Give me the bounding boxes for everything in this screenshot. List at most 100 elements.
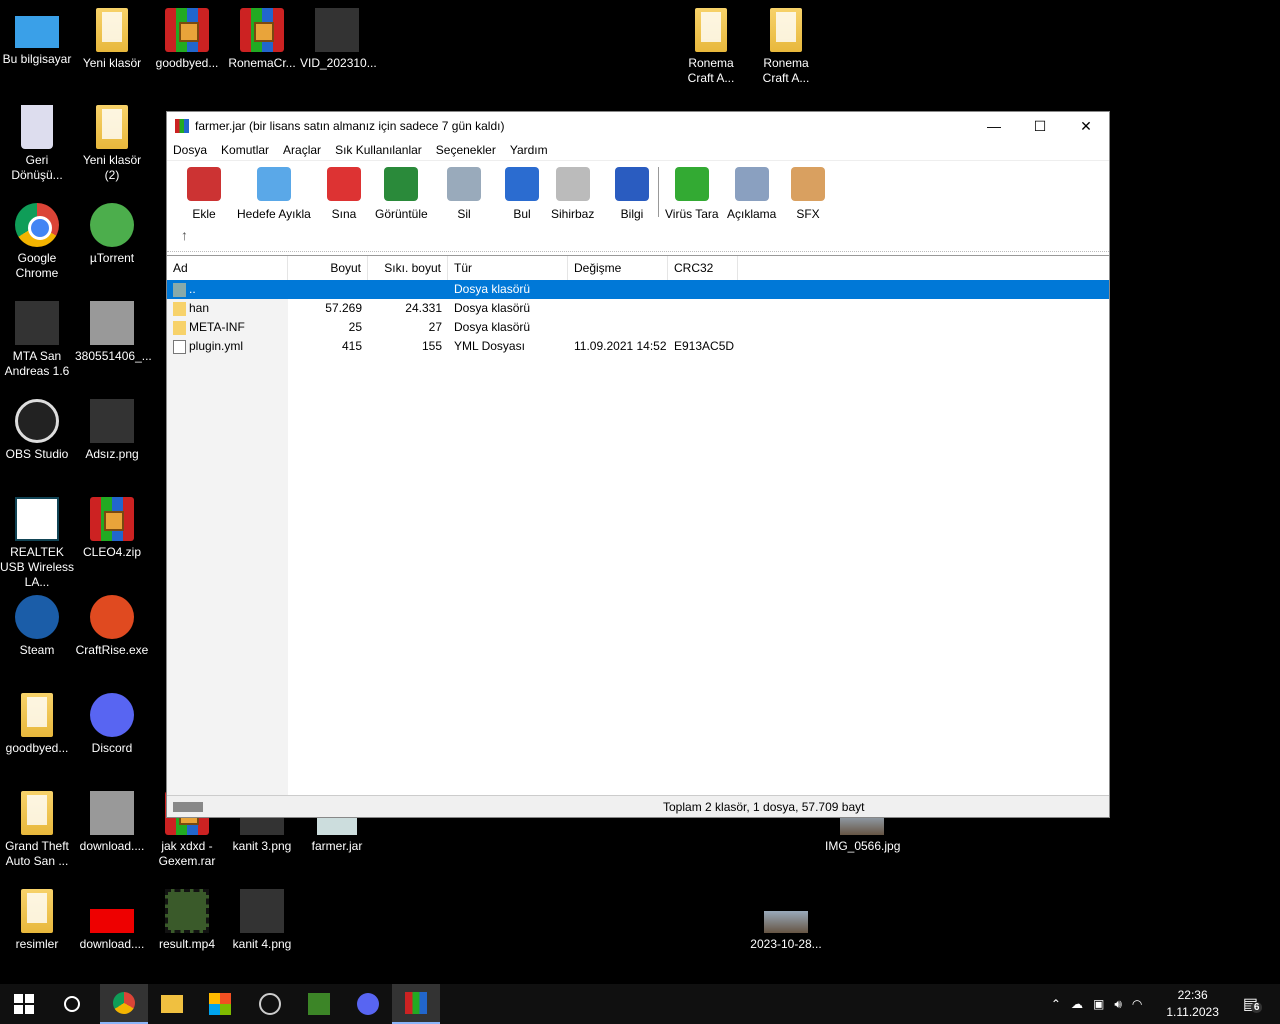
toolbar-button-görüntüle[interactable]: Görüntüle [375, 167, 428, 221]
column-modified[interactable]: Değişme [568, 256, 668, 280]
menu-yardim[interactable]: Yardım [510, 143, 548, 157]
toolbar-button-sihirbaz[interactable]: Sihirbaz [551, 167, 594, 221]
desktop-icon-label: µTorrent [89, 251, 135, 265]
toolbar-button-sfx[interactable]: SFX [791, 167, 825, 221]
toolbar-button-bilgi[interactable]: Bilgi [615, 167, 649, 221]
column-type[interactable]: Tür [448, 256, 568, 280]
file-icon [173, 339, 186, 354]
desktop-icon[interactable]: 2023-10-28... [749, 889, 823, 952]
desktop-icon[interactable]: VID_202310... [300, 8, 377, 71]
onedrive-icon[interactable]: ☁ [1071, 997, 1083, 1011]
toolbar-button-hedefe-ayıkla[interactable]: Hedefe Ayıkla [237, 167, 311, 221]
menu-sik-kullanilanlar[interactable]: Sık Kullanılanlar [335, 143, 422, 157]
file-type: Dosya klasörü [454, 301, 531, 315]
toolbar-button-virüs-tara[interactable]: Virüs Tara [665, 167, 719, 221]
desktop-icon[interactable]: Steam [0, 595, 74, 658]
desktop-icon-label: jak xdxd - Gexem.rar [158, 839, 216, 868]
desktop-icon[interactable]: Adsız.png [75, 399, 149, 462]
folder-icon [96, 8, 128, 52]
column-packed[interactable]: Sıkı. boyut [368, 256, 448, 280]
desktop-icon-label: CraftRise.exe [75, 643, 149, 657]
column-crc32[interactable]: CRC32 [668, 256, 738, 280]
desktop-icon[interactable]: resimler [0, 889, 74, 952]
drive-icon[interactable] [173, 801, 203, 812]
taskbar-minecraft[interactable] [295, 984, 343, 1024]
table-row[interactable]: plugin.yml 415 155 YML Dosyası 11.09.2021 14… [167, 337, 1109, 356]
desktop-icon[interactable]: MTA San Andreas 1.6 [0, 301, 74, 379]
toolbar-button-bul[interactable]: Bul [505, 167, 539, 221]
toolbar-label: Sil [457, 207, 471, 221]
desktop-icon[interactable]: download.... [75, 889, 149, 952]
volume-icon[interactable]: 🔊︎ [1114, 997, 1122, 1012]
desktop-icon[interactable]: Google Chrome [0, 203, 74, 281]
taskbar-file-explorer[interactable] [148, 984, 196, 1024]
file-packed-size: 27 [428, 320, 442, 334]
table-row[interactable]: han 57.269 24.331 Dosya klasörü [167, 299, 1109, 318]
desktop-icon[interactable]: download.... [75, 791, 149, 854]
toolbar-button-ekle[interactable]: Ekle [187, 167, 221, 221]
desktop-icon[interactable]: Bu bilgisayar [0, 8, 74, 67]
toolbar-button-sil[interactable]: Sil [447, 167, 481, 221]
wifi-icon[interactable]: ◠ [1132, 997, 1142, 1011]
taskbar-winrar[interactable] [392, 984, 440, 1024]
desktop-icon[interactable]: CLEO4.zip [75, 497, 149, 560]
desktop-icon[interactable]: goodbyed... [0, 693, 74, 756]
toolbar-button-açıklama[interactable]: Açıklama [727, 167, 776, 221]
photo-icon [90, 301, 134, 345]
taskbar-chrome[interactable] [100, 984, 148, 1024]
menu-secenekler[interactable]: Seçenekler [436, 143, 496, 157]
desktop-icon[interactable]: kanit 4.png [225, 889, 299, 952]
realtek-icon [15, 497, 59, 541]
craft-icon [90, 595, 134, 639]
menu-araclar[interactable]: Araçlar [283, 143, 321, 157]
up-arrow-icon[interactable]: ↑ [181, 227, 188, 243]
toolbar-button-sına[interactable]: Sına [327, 167, 361, 221]
windows-icon [14, 994, 34, 1014]
desktop-icon[interactable]: Grand Theft Auto San ... [0, 791, 74, 869]
desktop-icon[interactable]: 380551406_... [75, 301, 152, 364]
search-button[interactable] [48, 984, 96, 1024]
dark-icon [240, 889, 284, 933]
toolbar-icon [447, 167, 481, 201]
file-packed-size: 24.331 [405, 301, 442, 315]
desktop-icon-label: result.mp4 [158, 937, 216, 951]
desktop-icon[interactable]: goodbyed... [150, 8, 224, 71]
desktop-icon[interactable]: Geri Dönüşü... [0, 105, 74, 183]
minecraft-icon [308, 993, 330, 1015]
start-button[interactable] [0, 984, 48, 1024]
desktop-icon[interactable]: CraftRise.exe [75, 595, 149, 658]
table-row[interactable]: META-INF 25 27 Dosya klasörü [167, 318, 1109, 337]
taskbar-speedometer[interactable] [246, 984, 294, 1024]
file-size: 415 [341, 339, 362, 353]
desktop-icon[interactable]: Ronema Craft A... [674, 8, 748, 86]
desktop-icon[interactable]: RonemaCr... [225, 8, 299, 71]
close-button[interactable]: ✕ [1063, 112, 1109, 140]
desktop-icon[interactable]: Yeni klasör [75, 8, 149, 71]
notification-center-button[interactable]: ▤6 [1243, 994, 1263, 1014]
toolbar-label: SFX [796, 207, 820, 221]
desktop-icon[interactable]: OBS Studio [0, 399, 74, 462]
taskbar-discord[interactable] [344, 984, 392, 1024]
desktop-icon[interactable]: result.mp4 [150, 889, 224, 952]
video-icon [165, 889, 209, 933]
desktop-icon-label: 380551406_... [75, 349, 152, 363]
table-row[interactable]: .. Dosya klasörü [167, 280, 1109, 299]
minimize-button[interactable]: — [971, 112, 1017, 140]
maximize-button[interactable]: ☐ [1017, 112, 1063, 140]
chevron-up-icon[interactable]: ⌃ [1051, 997, 1061, 1011]
taskbar-store[interactable] [196, 984, 244, 1024]
desktop-icon[interactable]: µTorrent [75, 203, 149, 266]
clock[interactable]: 22:36 1.11.2023 [1166, 987, 1219, 1021]
menu-dosya[interactable]: Dosya [173, 143, 207, 157]
desktop-icon[interactable]: Ronema Craft A... [749, 8, 823, 86]
up-folder-icon [173, 282, 186, 297]
desktop-icon[interactable]: Discord [75, 693, 149, 756]
column-size[interactable]: Boyut [288, 256, 368, 280]
column-name[interactable]: Ad [167, 256, 288, 280]
desktop-icon[interactable]: REALTEK USB Wireless LA... [0, 497, 74, 590]
desktop-icon[interactable]: Yeni klasör (2) [75, 105, 149, 183]
camera-icon[interactable]: ▣ [1093, 997, 1104, 1011]
menu-komutlar[interactable]: Komutlar [221, 143, 269, 157]
taskbar: ⌃ ☁ ▣ 🔊︎ ◠ 22:36 1.11.2023 ▤6 [0, 984, 1280, 1024]
title-bar[interactable]: farmer.jar (bir lisans satın almanız içi… [167, 112, 1109, 140]
